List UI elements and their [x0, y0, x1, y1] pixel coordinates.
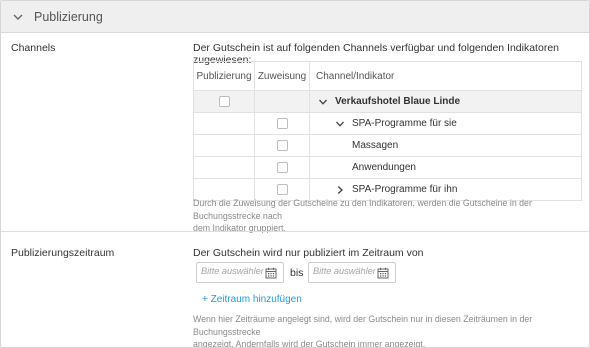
channels-help: Durch die Zuweisung der Gutscheine zu de…: [193, 198, 532, 233]
zeitraum-intro: Der Gutschein wird nur publiziert im Zei…: [193, 247, 424, 259]
chevron-right-icon[interactable]: [335, 185, 345, 195]
table-row: Massagen: [193, 134, 582, 157]
indicator-name: Massagen: [352, 140, 399, 151]
channel-item[interactable]: Verkaufshotel Blaue Linde: [310, 91, 581, 112]
add-zeitraum-link[interactable]: + Zeitraum hinzufügen: [202, 294, 302, 305]
date-to-field[interactable]: [308, 262, 396, 283]
publizierung-checkbox[interactable]: [218, 96, 230, 107]
indicator-name: Anwendungen: [352, 162, 416, 173]
channels-label: Channels: [11, 42, 56, 54]
indicator-item: Massagen: [310, 135, 581, 156]
bis-label: bis: [290, 267, 304, 279]
chevron-down-icon[interactable]: [318, 97, 328, 107]
table-row: Anwendungen: [193, 156, 582, 179]
date-from-input[interactable]: [201, 266, 263, 276]
zuweisung-checkbox[interactable]: [276, 162, 288, 173]
zeitraum-label: Publizierungszeitraum: [11, 247, 115, 259]
date-to-input[interactable]: [313, 266, 375, 276]
column-header-publizierung: Publizierung: [193, 61, 255, 91]
column-header-channel: Channel/Indikator: [309, 61, 582, 91]
table-row: SPA-Programme für sie: [193, 112, 582, 135]
section-divider: [1, 231, 589, 232]
indicator-item: Anwendungen: [310, 157, 581, 178]
channel-name: Verkaufshotel Blaue Linde: [335, 96, 461, 107]
calendar-icon[interactable]: [377, 267, 389, 279]
zuweisung-checkbox[interactable]: [276, 184, 288, 195]
table-header-row: Publizierung Zuweisung Channel/Indikator: [193, 61, 582, 91]
indicator-name: SPA-Programme für ihn: [352, 184, 458, 195]
indicator-name: SPA-Programme für sie: [352, 118, 457, 129]
chevron-down-icon[interactable]: [12, 11, 24, 23]
zuweisung-checkbox[interactable]: [276, 118, 288, 129]
indicator-item[interactable]: SPA-Programme für sie: [310, 113, 581, 134]
publizierung-panel: Publizierung Channels Der Gutschein ist …: [0, 0, 590, 348]
section-header[interactable]: Publizierung: [1, 1, 589, 33]
section-title: Publizierung: [34, 10, 103, 24]
chevron-down-icon[interactable]: [335, 119, 345, 129]
calendar-icon[interactable]: [265, 267, 277, 279]
channel-table: Publizierung Zuweisung Channel/Indikator…: [193, 61, 582, 201]
date-from-field[interactable]: [196, 262, 284, 283]
table-row: Verkaufshotel Blaue Linde: [193, 90, 582, 113]
zeitraum-help: Wenn hier Zeiträume angelegt sind, wird …: [193, 314, 533, 348]
column-header-zuweisung: Zuweisung: [254, 61, 310, 91]
zuweisung-checkbox[interactable]: [276, 140, 288, 151]
